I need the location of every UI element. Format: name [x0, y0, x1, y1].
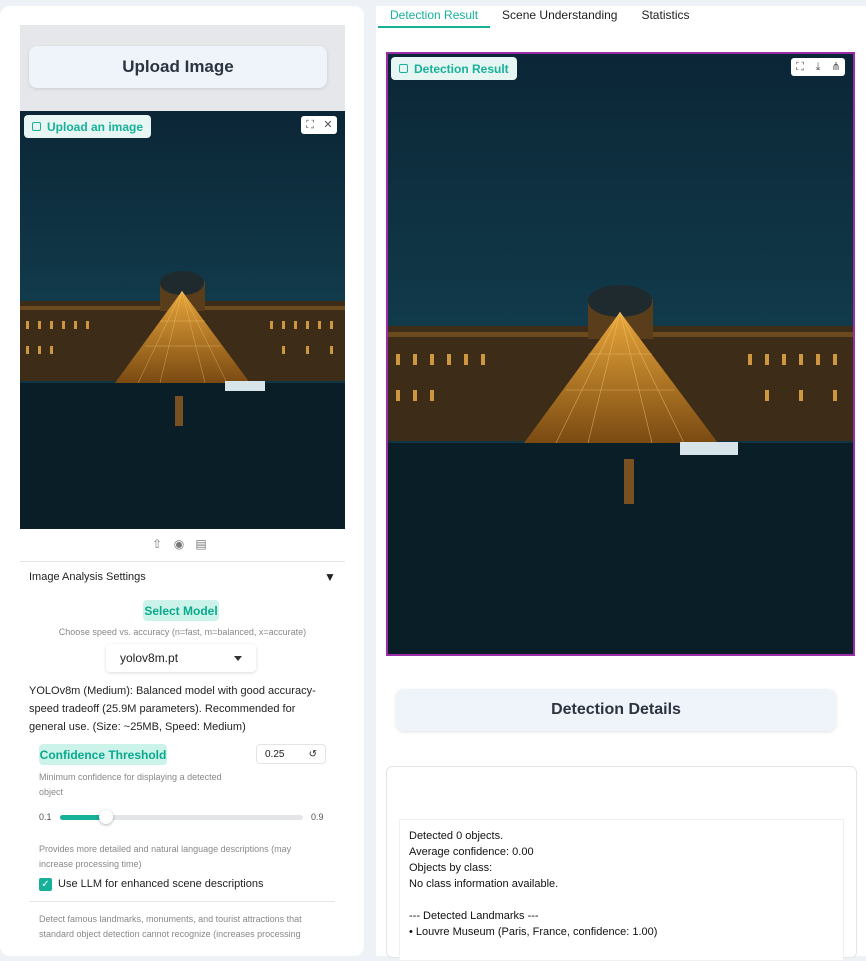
image-icon — [32, 122, 41, 131]
slider-handle[interactable] — [98, 810, 113, 824]
detection-details-text: Detected 0 objects. Average confidence: … — [399, 819, 844, 961]
details-line — [409, 892, 843, 908]
upload-image-button[interactable]: Upload Image — [29, 46, 327, 88]
confidence-hint: Minimum confidence for displaying a dete… — [39, 772, 222, 797]
upload-icon[interactable]: ⇧ — [150, 537, 164, 551]
clipboard-icon[interactable]: ▤ — [194, 537, 208, 551]
input-image-tools: ⛶ ✕ — [301, 116, 337, 134]
confidence-value: 0.25 — [265, 748, 285, 760]
image-source-toolbar: ⇧ ◉ ▤ — [150, 537, 208, 551]
upload-an-image-chip: Upload an image — [24, 115, 152, 138]
louvre-photo — [20, 111, 345, 529]
input-image[interactable] — [20, 111, 345, 529]
upload-header: Upload Image — [20, 25, 345, 111]
model-description: YOLOv8m (Medium): Balanced model with go… — [29, 685, 316, 733]
result-frame — [386, 52, 855, 656]
details-line: Objects by class: — [409, 862, 493, 874]
confidence-number-input[interactable]: 0.25 ↺ — [256, 744, 326, 764]
expand-icon[interactable]: ⛶ — [301, 116, 319, 134]
result-tabs: Detection Result Scene Understanding Sta… — [378, 4, 701, 28]
confidence-slider[interactable] — [60, 810, 303, 824]
details-line: • Louvre Museum (Paris, France, confiden… — [409, 926, 658, 938]
model-select-value: yolov8m.pt — [120, 651, 179, 665]
details-line: Detected 0 objects. — [409, 830, 504, 842]
detection-details-button[interactable]: Detection Details — [396, 689, 836, 731]
expand-icon[interactable]: ⛶ — [791, 58, 809, 76]
detection-result-chip: Detection Result — [391, 57, 517, 80]
select-model-hint: Choose speed vs. accuracy (n=fast, m=bal… — [58, 627, 307, 637]
upload-chip-label: Upload an image — [47, 119, 144, 134]
image-icon — [399, 64, 408, 73]
details-line: No class information available. — [409, 878, 559, 890]
webcam-icon[interactable]: ◉ — [172, 537, 186, 551]
chevron-down-icon — [234, 655, 242, 661]
llm-checkbox-label[interactable]: Use LLM for enhanced scene descriptions — [58, 878, 263, 890]
llm-hint: Provides more detailed and natural langu… — [39, 844, 292, 869]
llm-checkbox[interactable]: ✓ — [39, 878, 52, 891]
share-icon[interactable]: ⋔ — [827, 58, 845, 76]
collapse-icon[interactable]: ▼ — [324, 570, 336, 584]
slider-min-label: 0.1 — [39, 812, 52, 822]
tab-detection-result[interactable]: Detection Result — [378, 4, 491, 28]
result-chip-label: Detection Result — [414, 61, 509, 76]
divider — [20, 561, 345, 562]
confidence-threshold-label: Confidence Threshold — [39, 744, 167, 765]
tab-statistics[interactable]: Statistics — [629, 4, 701, 28]
details-line: Average confidence: 0.00 — [409, 846, 534, 858]
settings-title[interactable]: Image Analysis Settings — [29, 571, 146, 583]
close-icon[interactable]: ✕ — [319, 116, 337, 134]
reset-icon[interactable]: ↺ — [309, 749, 317, 760]
slider-max-label: 0.9 — [311, 812, 324, 822]
result-image-tools: ⛶ ⤓ ⋔ — [791, 58, 845, 76]
model-select[interactable]: yolov8m.pt — [106, 644, 256, 672]
tab-scene-understanding[interactable]: Scene Understanding — [490, 4, 629, 28]
landmark-hint: Detect famous landmarks, monuments, and … — [39, 914, 302, 939]
divider — [29, 901, 335, 902]
select-model-label: Select Model — [143, 600, 219, 621]
detection-details-box: Detected 0 objects. Average confidence: … — [386, 766, 857, 961]
download-icon[interactable]: ⤓ — [809, 58, 827, 76]
details-line: --- Detected Landmarks --- — [409, 910, 539, 922]
